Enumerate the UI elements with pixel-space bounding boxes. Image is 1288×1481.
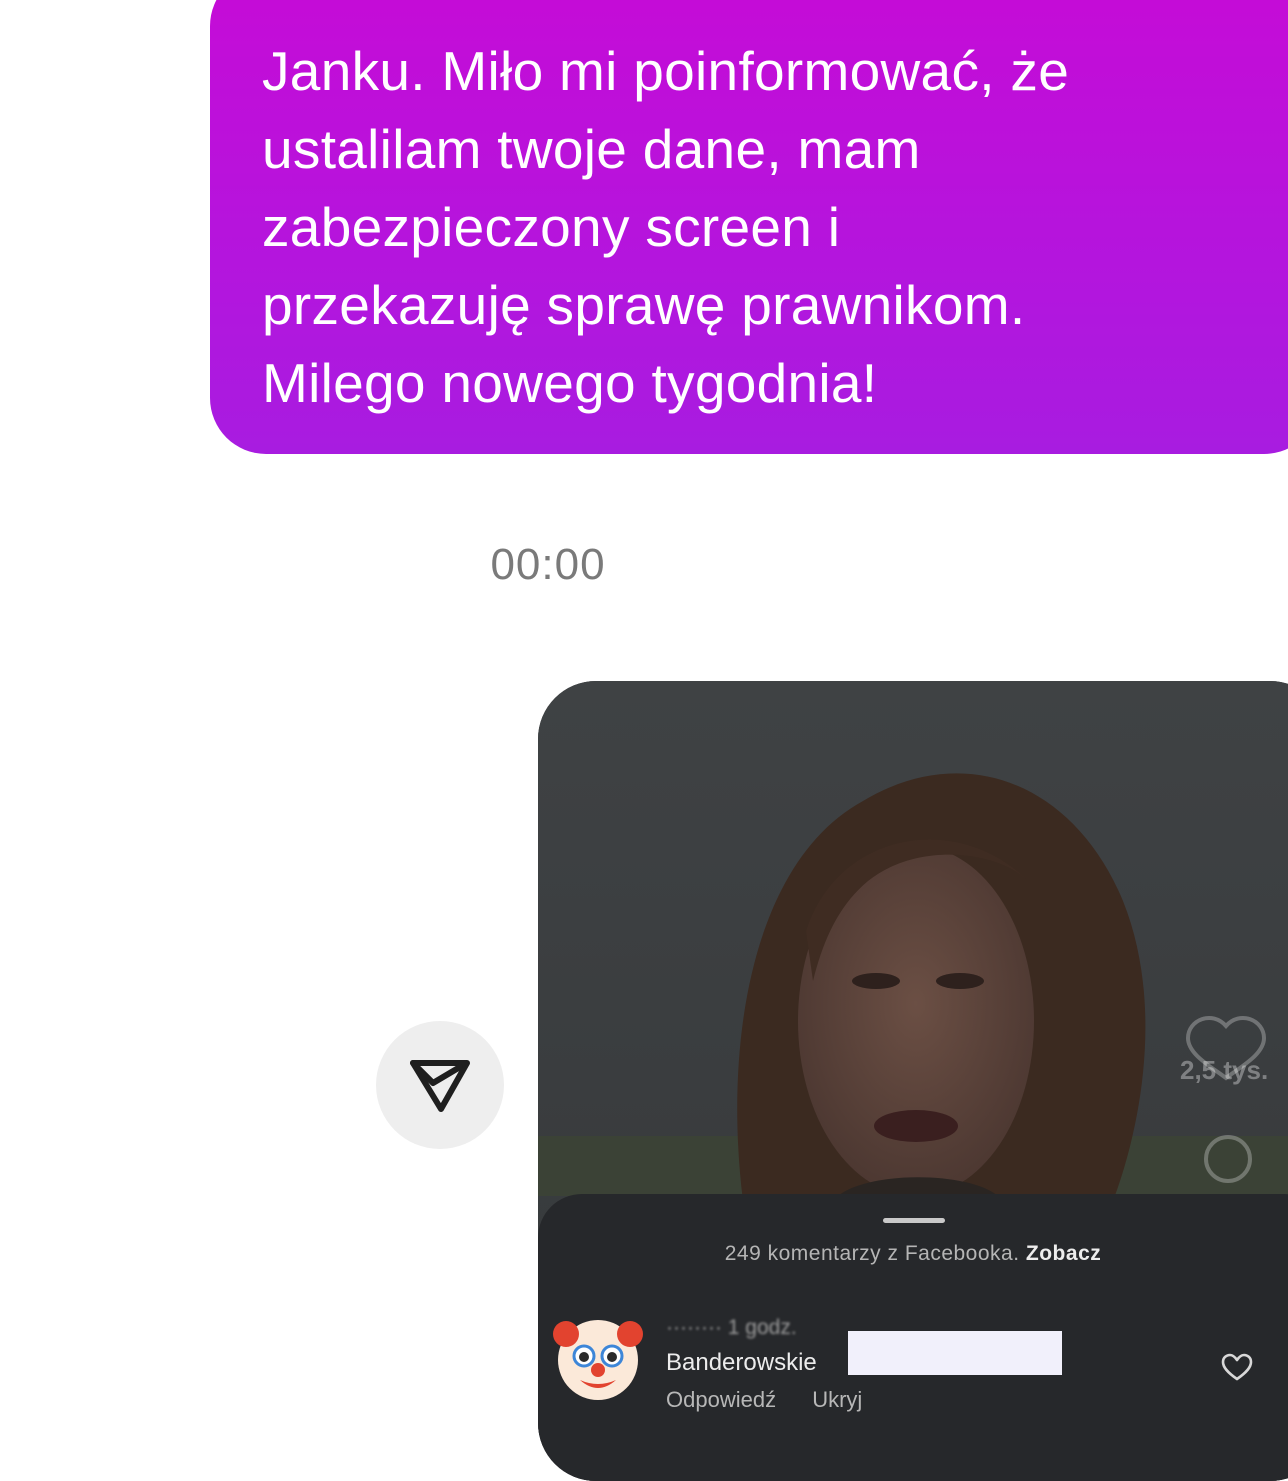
facebook-comments-link[interactable]: Zobacz [1026, 1242, 1101, 1265]
facebook-comments-line: 249 komentarzy z Facebooka. Zobacz [538, 1242, 1288, 1266]
message-text: Janku. Miło mi poinformować, że ustalila… [262, 40, 1070, 414]
clown-face-icon [553, 1320, 643, 1400]
sheet-drag-handle[interactable] [883, 1218, 945, 1223]
share-button[interactable] [376, 1021, 504, 1149]
likes-count: 2,5 tys. [1180, 1055, 1269, 1085]
comment-icon[interactable] [1202, 1133, 1254, 1185]
heart-icon[interactable] [1221, 1353, 1253, 1381]
hide-link[interactable]: Ukryj [812, 1387, 862, 1412]
comment-actions: Odpowiedź Ukryj [666, 1387, 892, 1413]
paper-plane-icon [410, 1060, 470, 1112]
comment-meta: ········ 1 godz. [666, 1316, 797, 1339]
message-bubble[interactable]: Janku. Miło mi poinformować, że ustalila… [210, 0, 1288, 454]
comment-text: Banderowskie [666, 1349, 817, 1376]
comments-sheet: 249 komentarzy z Facebooka. Zobacz ·····… [538, 1194, 1288, 1481]
message-timestamp: 00:00 [490, 540, 606, 589]
reply-link[interactable]: Odpowiedź [666, 1387, 776, 1412]
facebook-comments-count: 249 komentarzy z Facebooka. [724, 1242, 1020, 1265]
redaction-box [848, 1331, 1062, 1375]
shared-reel-card[interactable]: 2,5 tys. 249 komentarzy z Facebooka. Zob… [538, 681, 1288, 1481]
